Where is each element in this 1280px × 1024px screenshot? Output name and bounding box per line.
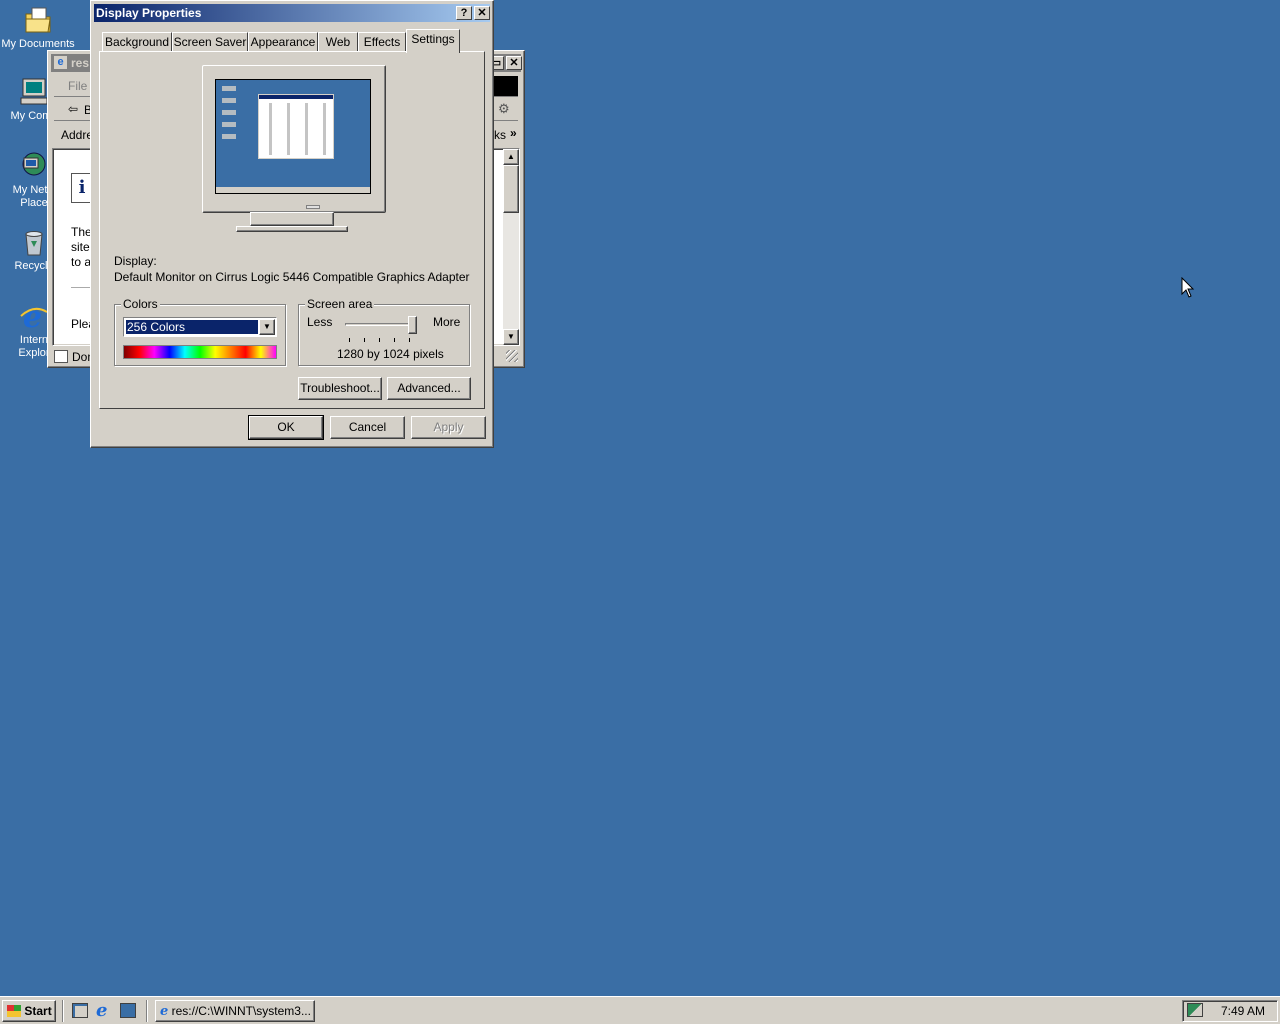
- chevron-down-icon[interactable]: ▼: [259, 319, 275, 335]
- taskbar: Start e e res://C:\WINNT\system3... 7:49…: [0, 996, 1280, 1024]
- tab-effects[interactable]: Effects: [358, 32, 406, 52]
- links-label[interactable]: ks: [494, 128, 506, 142]
- scroll-up-button[interactable]: ▲: [503, 149, 519, 165]
- tasks-separator: [146, 1000, 148, 1022]
- display-label: Display:: [114, 254, 157, 268]
- colors-groupbox: Colors 256 Colors ▼: [114, 297, 286, 366]
- quicklaunch-separator: [62, 1000, 64, 1022]
- error-text-line: to a: [71, 255, 92, 269]
- scroll-thumb[interactable]: [503, 165, 519, 213]
- dialog-titlebar[interactable]: Display Properties ? ✕: [94, 4, 490, 22]
- advanced-button[interactable]: Advanced...: [387, 377, 471, 400]
- settings-panel: Display: Default Monitor on Cirrus Logic…: [99, 51, 485, 409]
- internet-explorer-icon: e: [20, 300, 48, 332]
- error-text-line: site: [71, 240, 90, 254]
- slider-ticks: [349, 338, 413, 342]
- mouse-cursor-icon: [1181, 277, 1195, 298]
- windows-logo-icon: [494, 76, 518, 96]
- troubleshoot-button[interactable]: Troubleshoot...: [298, 377, 382, 400]
- desktop-icon-my-documents[interactable]: My Documents: [0, 4, 76, 51]
- colors-group-label: Colors: [121, 297, 160, 311]
- start-button[interactable]: Start: [2, 1000, 56, 1022]
- tab-background[interactable]: Background: [102, 32, 172, 52]
- preview-window: [258, 94, 334, 159]
- colors-dropdown[interactable]: 256 Colors ▼: [123, 317, 277, 337]
- scroll-down-button[interactable]: ▼: [503, 329, 519, 345]
- resolution-slider[interactable]: [345, 315, 419, 343]
- my-computer-icon: [20, 78, 48, 105]
- color-spectrum-bar: [123, 345, 277, 359]
- cancel-button[interactable]: Cancel: [330, 416, 405, 439]
- ok-button[interactable]: OK: [248, 415, 324, 440]
- show-desktop-icon[interactable]: [72, 1003, 88, 1018]
- slider-more-label: More: [433, 315, 461, 329]
- monitor-screen: [215, 79, 371, 194]
- network-tray-icon[interactable]: [1187, 1003, 1203, 1017]
- ie-small-icon: e: [54, 56, 67, 69]
- svg-text:e: e: [23, 300, 42, 332]
- network-places-icon: [22, 152, 46, 176]
- display-adapter-text: Default Monitor on Cirrus Logic 5446 Com…: [114, 270, 470, 284]
- task-button-explorer[interactable]: e res://C:\WINNT\system3...: [155, 1000, 315, 1022]
- back-arrow-icon[interactable]: ⇦: [68, 102, 78, 116]
- monitor-base: [236, 226, 348, 232]
- monitor-stand: [250, 212, 334, 226]
- tab-appearance[interactable]: Appearance: [248, 32, 318, 52]
- clock[interactable]: 7:49 AM: [1221, 1004, 1265, 1018]
- desktop-icon-label: Place: [20, 197, 48, 209]
- display-properties-dialog[interactable]: Display Properties ? ✕ Background Screen…: [90, 0, 494, 448]
- history-icon[interactable]: ⚙: [498, 101, 510, 117]
- chevron-right-icon[interactable]: »: [510, 126, 517, 140]
- dialog-title: Display Properties: [96, 6, 202, 20]
- screen-area-group-label: Screen area: [305, 297, 375, 311]
- close-button[interactable]: ✕: [474, 6, 490, 20]
- error-text-line: The: [71, 225, 92, 239]
- system-tray: 7:49 AM: [1182, 1000, 1278, 1022]
- tab-settings[interactable]: Settings: [406, 29, 460, 53]
- resolution-text: 1280 by 1024 pixels: [337, 347, 444, 361]
- vertical-scrollbar[interactable]: ▲ ▼: [503, 149, 519, 345]
- windows-flag-icon: [7, 1005, 21, 1017]
- help-button[interactable]: ?: [456, 6, 472, 20]
- start-label: Start: [24, 1004, 52, 1018]
- ie-quicklaunch-icon[interactable]: e: [96, 1000, 107, 1021]
- desktop-icon-label: Intern: [19, 334, 49, 346]
- ie-task-icon: e: [160, 1004, 169, 1019]
- slider-less-label: Less: [307, 315, 333, 329]
- colors-dropdown-value: 256 Colors: [125, 319, 259, 335]
- slider-thumb[interactable]: [408, 316, 417, 334]
- screen-area-groupbox: Screen area Less More 1280 by 1024 pixel…: [298, 297, 470, 366]
- preview-taskbar: [216, 187, 370, 193]
- address-label: Addre: [61, 128, 94, 142]
- outlook-quicklaunch-icon[interactable]: [120, 1003, 136, 1018]
- close-button[interactable]: ✕: [506, 56, 522, 70]
- desktop-icon-label: Explor: [18, 347, 50, 359]
- menu-file[interactable]: File: [68, 79, 87, 93]
- desktop-icon-label: My Documents: [1, 38, 75, 50]
- my-documents-icon: [25, 7, 51, 33]
- slider-track: [345, 323, 417, 326]
- monitor-power-light: [306, 205, 320, 209]
- preview-desktop-icons: [222, 86, 236, 141]
- divider: [71, 287, 91, 288]
- recycle-bin-icon: [25, 231, 43, 256]
- resize-grip-icon[interactable]: [506, 350, 518, 362]
- page-icon: [54, 350, 68, 363]
- tab-web[interactable]: Web: [318, 32, 358, 52]
- monitor-preview: [202, 65, 386, 213]
- apply-button: Apply: [411, 416, 486, 439]
- task-button-label: res://C:\WINNT\system3...: [171, 1004, 311, 1018]
- tab-screen-saver[interactable]: Screen Saver: [172, 32, 248, 52]
